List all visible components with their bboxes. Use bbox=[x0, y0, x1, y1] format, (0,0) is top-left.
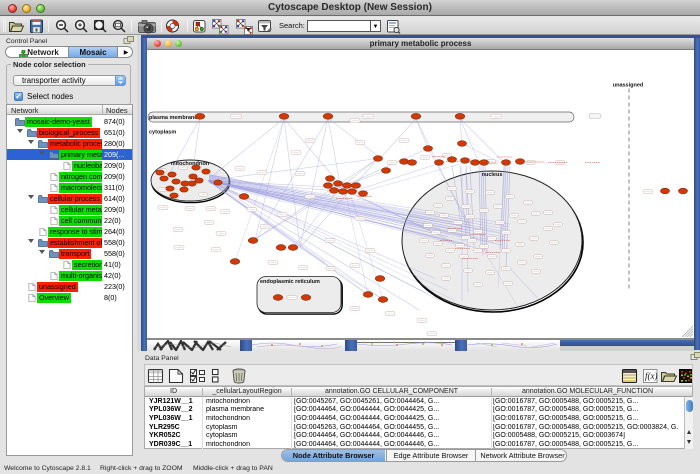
svg-text:unassigned: unassigned bbox=[613, 83, 644, 89]
svg-text:plasma membrane: plasma membrane bbox=[149, 115, 197, 121]
svg-text:endoplasmic reticulum: endoplasmic reticulum bbox=[260, 279, 320, 285]
svg-text:mitochondrion: mitochondrion bbox=[171, 161, 210, 167]
svg-text:nucleus: nucleus bbox=[482, 172, 503, 178]
svg-text:f(x): f(x) bbox=[645, 371, 658, 381]
svg-text:cytoplasm: cytoplasm bbox=[149, 130, 176, 136]
